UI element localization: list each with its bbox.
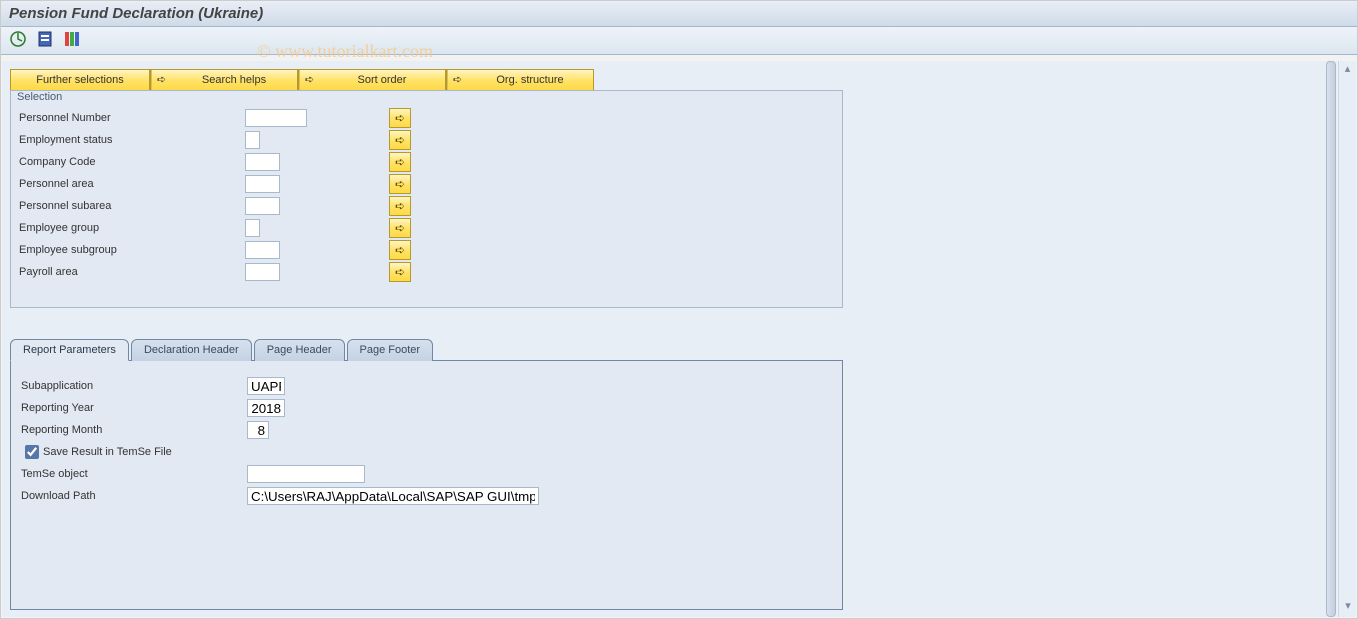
arrow-right-icon: ➪ <box>299 70 319 90</box>
tab-page-header[interactable]: Page Header <box>254 339 345 361</box>
arrow-right-icon: ➪ <box>395 177 405 191</box>
save-temse-label: Save Result in TemSe File <box>43 446 172 458</box>
multiple-selection-button[interactable]: ➪ <box>389 130 411 150</box>
field-input[interactable] <box>245 241 280 259</box>
arrow-right-icon: ➪ <box>447 70 467 90</box>
field-input[interactable] <box>245 131 260 149</box>
multiple-selection-button[interactable]: ➪ <box>389 262 411 282</box>
multiple-selection-button[interactable]: ➪ <box>389 152 411 172</box>
save-temse-checkbox[interactable] <box>25 445 39 459</box>
selection-row: Employee subgroup ➪ <box>15 239 838 261</box>
field-label: Employee group <box>15 222 245 234</box>
multiple-selection-button[interactable]: ➪ <box>389 240 411 260</box>
selection-row: Payroll area ➪ <box>15 261 838 283</box>
info-icon[interactable] <box>36 30 54 48</box>
selection-row: Employee group ➪ <box>15 217 838 239</box>
app-toolbar <box>1 27 1357 55</box>
reporting-month-label: Reporting Month <box>17 424 247 436</box>
arrow-right-icon: ➪ <box>395 265 405 279</box>
arrow-right-icon: ➪ <box>395 243 405 257</box>
sort-order-button[interactable]: ➪ Sort order <box>298 69 446 91</box>
page-title: Pension Fund Declaration (Ukraine) <box>9 5 263 22</box>
tab-page-footer[interactable]: Page Footer <box>347 339 434 361</box>
vertical-scrollbar[interactable]: ▴ ▾ <box>1338 61 1356 617</box>
field-label: Company Code <box>15 156 245 168</box>
selection-row: Personnel area ➪ <box>15 173 838 195</box>
field-input[interactable] <box>245 109 307 127</box>
arrow-right-icon: ➪ <box>395 221 405 235</box>
execute-icon[interactable] <box>9 30 27 48</box>
selection-row: Employment status ➪ <box>15 129 838 151</box>
field-label: Employment status <box>15 134 245 146</box>
tab-report-parameters[interactable]: Report Parameters <box>10 339 129 361</box>
selection-row: Personnel subarea ➪ <box>15 195 838 217</box>
content-area: Further selections ➪ Search helps ➪ Sort… <box>2 61 1337 617</box>
field-input[interactable] <box>245 175 280 193</box>
field-input[interactable] <box>245 219 260 237</box>
tab-panel-report-parameters: Subapplication Reporting Year Reporting … <box>10 360 843 610</box>
further-selections-button[interactable]: Further selections <box>10 69 150 91</box>
search-helps-label: Search helps <box>171 74 297 86</box>
field-input[interactable] <box>245 263 280 281</box>
field-label: Employee subgroup <box>15 244 245 256</box>
selection-row: Personnel Number ➪ <box>15 107 838 129</box>
field-label: Payroll area <box>15 266 245 278</box>
org-structure-button[interactable]: ➪ Org. structure <box>446 69 594 91</box>
multiple-selection-button[interactable]: ➪ <box>389 196 411 216</box>
reporting-year-label: Reporting Year <box>17 402 247 414</box>
reporting-year-input[interactable] <box>247 399 285 417</box>
field-label: Personnel subarea <box>15 200 245 212</box>
arrow-right-icon: ➪ <box>395 155 405 169</box>
field-input[interactable] <box>245 197 280 215</box>
subapplication-label: Subapplication <box>17 380 247 392</box>
field-input[interactable] <box>245 153 280 171</box>
selection-row: Company Code ➪ <box>15 151 838 173</box>
arrow-right-icon: ➪ <box>395 111 405 125</box>
multiple-selection-button[interactable]: ➪ <box>389 218 411 238</box>
temse-object-input[interactable] <box>247 465 365 483</box>
further-selections-label: Further selections <box>36 74 123 86</box>
window-title-bar: Pension Fund Declaration (Ukraine) <box>1 1 1357 27</box>
tab-block: Report ParametersDeclaration HeaderPage … <box>10 338 843 610</box>
selection-group: Selection Personnel Number➪Employment st… <box>10 90 843 308</box>
field-label: Personnel area <box>15 178 245 190</box>
org-structure-label: Org. structure <box>467 74 593 86</box>
tab-declaration-header[interactable]: Declaration Header <box>131 339 252 361</box>
temse-object-label: TemSe object <box>17 468 247 480</box>
search-helps-button[interactable]: ➪ Search helps <box>150 69 298 91</box>
arrow-right-icon: ➪ <box>395 199 405 213</box>
color-bars-icon[interactable] <box>63 30 81 48</box>
download-path-input[interactable] <box>247 487 539 505</box>
inner-scrollbar[interactable] <box>1326 61 1336 617</box>
multiple-selection-button[interactable]: ➪ <box>389 174 411 194</box>
sort-order-label: Sort order <box>319 74 445 86</box>
scroll-up-icon[interactable]: ▴ <box>1340 62 1356 78</box>
arrow-right-icon: ➪ <box>395 133 405 147</box>
scroll-down-icon[interactable]: ▾ <box>1340 599 1356 615</box>
selection-group-title: Selection <box>15 90 64 104</box>
tabstrip: Report ParametersDeclaration HeaderPage … <box>10 338 843 360</box>
field-label: Personnel Number <box>15 112 245 124</box>
subapplication-input[interactable] <box>247 377 285 395</box>
arrow-right-icon: ➪ <box>151 70 171 90</box>
multiple-selection-button[interactable]: ➪ <box>389 108 411 128</box>
download-path-label: Download Path <box>17 490 247 502</box>
selection-action-row: Further selections ➪ Search helps ➪ Sort… <box>10 69 1329 91</box>
reporting-month-input[interactable] <box>247 421 269 439</box>
